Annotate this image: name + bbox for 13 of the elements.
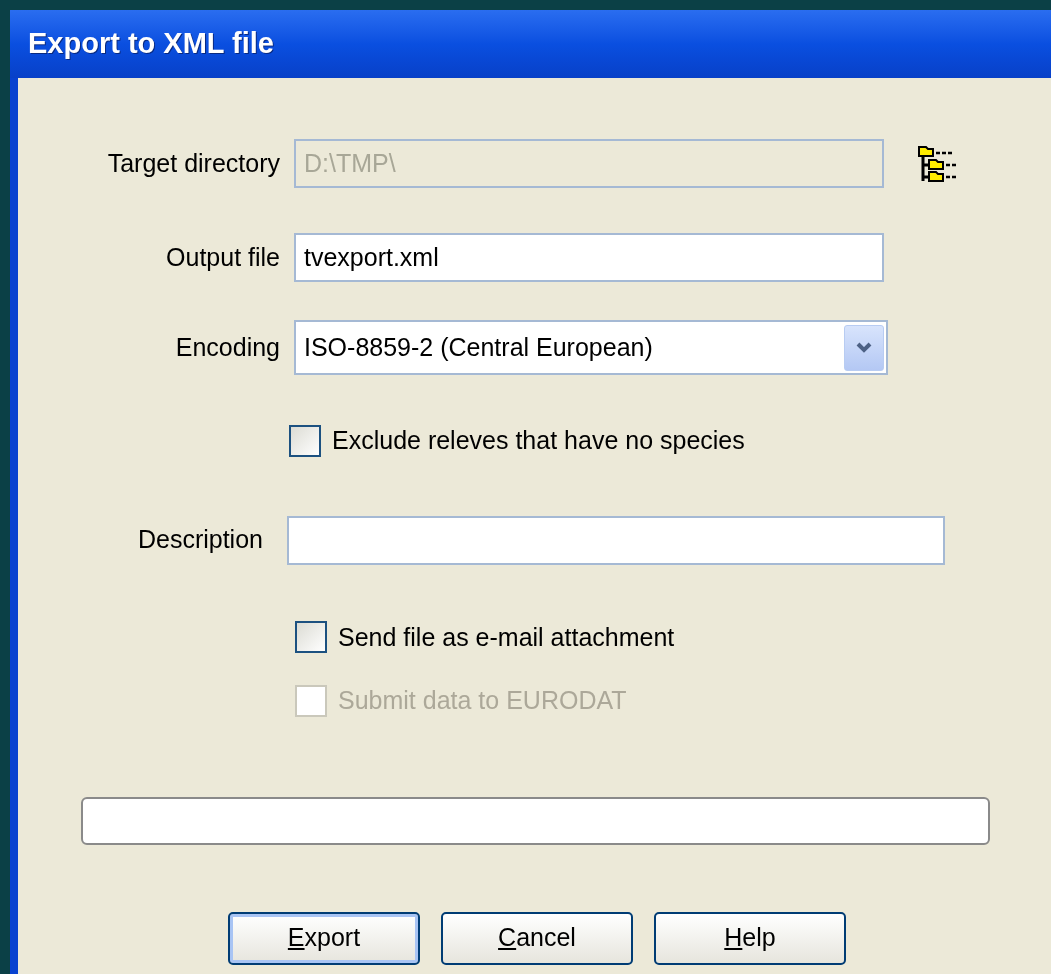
field-label: Encoding (174, 331, 280, 363)
dialog-button[interactable]: Export (228, 911, 420, 965)
checkbox[interactable]: Send file as e-mail attachment (295, 618, 675, 656)
window-title: Export to XML file (28, 26, 274, 62)
field-label: Output file (165, 241, 280, 273)
dialog-button[interactable]: Cancel (441, 911, 633, 965)
field-label: Target directory (106, 147, 280, 179)
field-label: Description (136, 524, 263, 556)
input-field[interactable] (287, 515, 945, 565)
input-field[interactable]: tvexport.xml (294, 233, 884, 282)
encoding-dropdown[interactable]: ISO-8859-2 (Central European) (294, 320, 888, 375)
dialog-button[interactable]: Help (654, 911, 846, 965)
checkbox[interactable]: Exclude releves that have no species (289, 422, 745, 460)
